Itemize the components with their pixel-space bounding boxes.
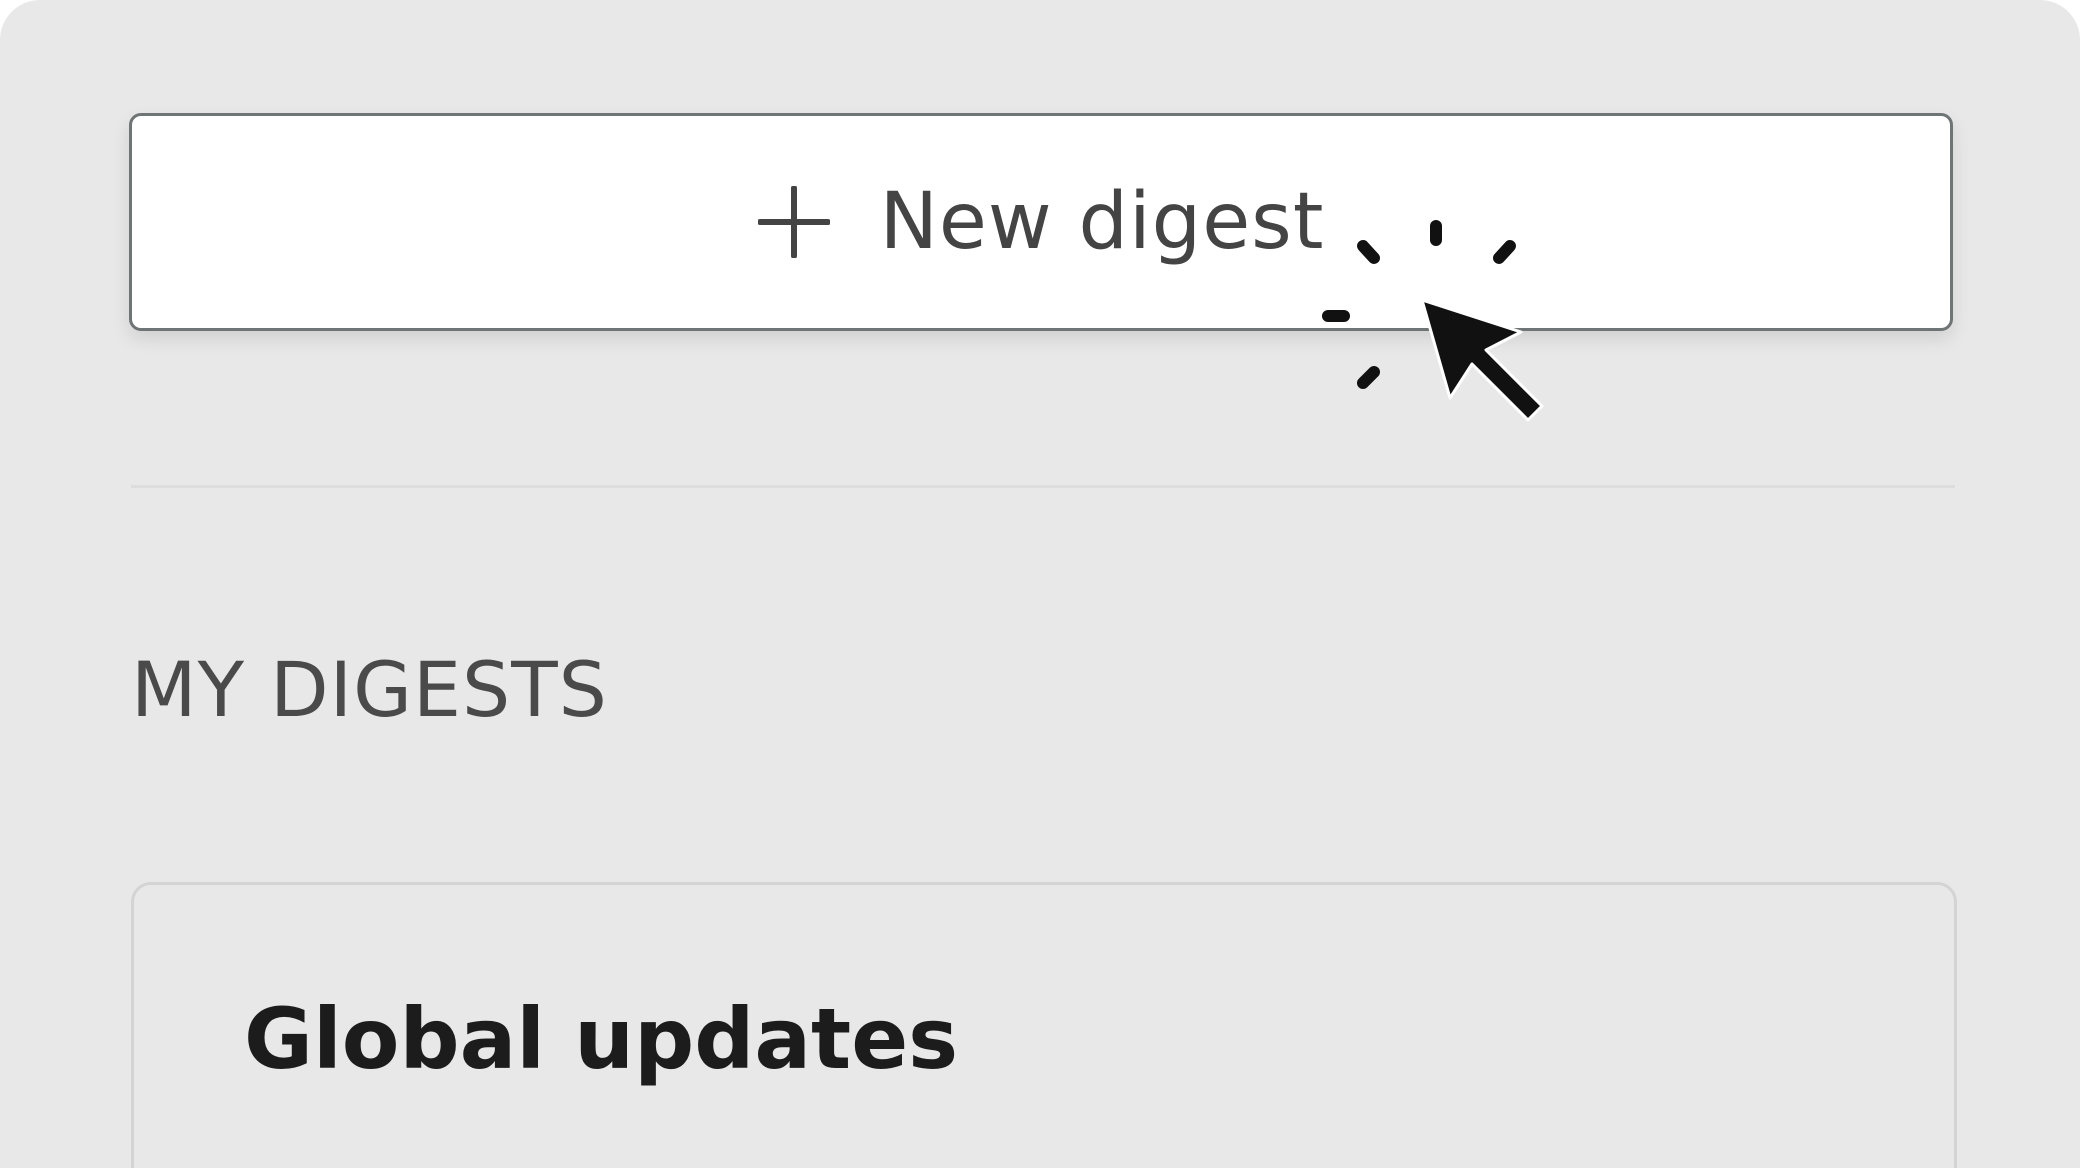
digest-card[interactable]: Global updates xyxy=(131,882,1957,1168)
plus-icon xyxy=(757,186,830,258)
new-digest-button[interactable]: New digest xyxy=(129,113,1953,331)
new-digest-label: New digest xyxy=(879,177,1325,267)
digests-panel: New digest MY DIGESTS Global updates xyxy=(0,0,2080,1168)
section-divider xyxy=(131,485,1955,488)
section-title: MY DIGESTS xyxy=(131,645,608,734)
digest-card-title: Global updates xyxy=(244,990,959,1088)
